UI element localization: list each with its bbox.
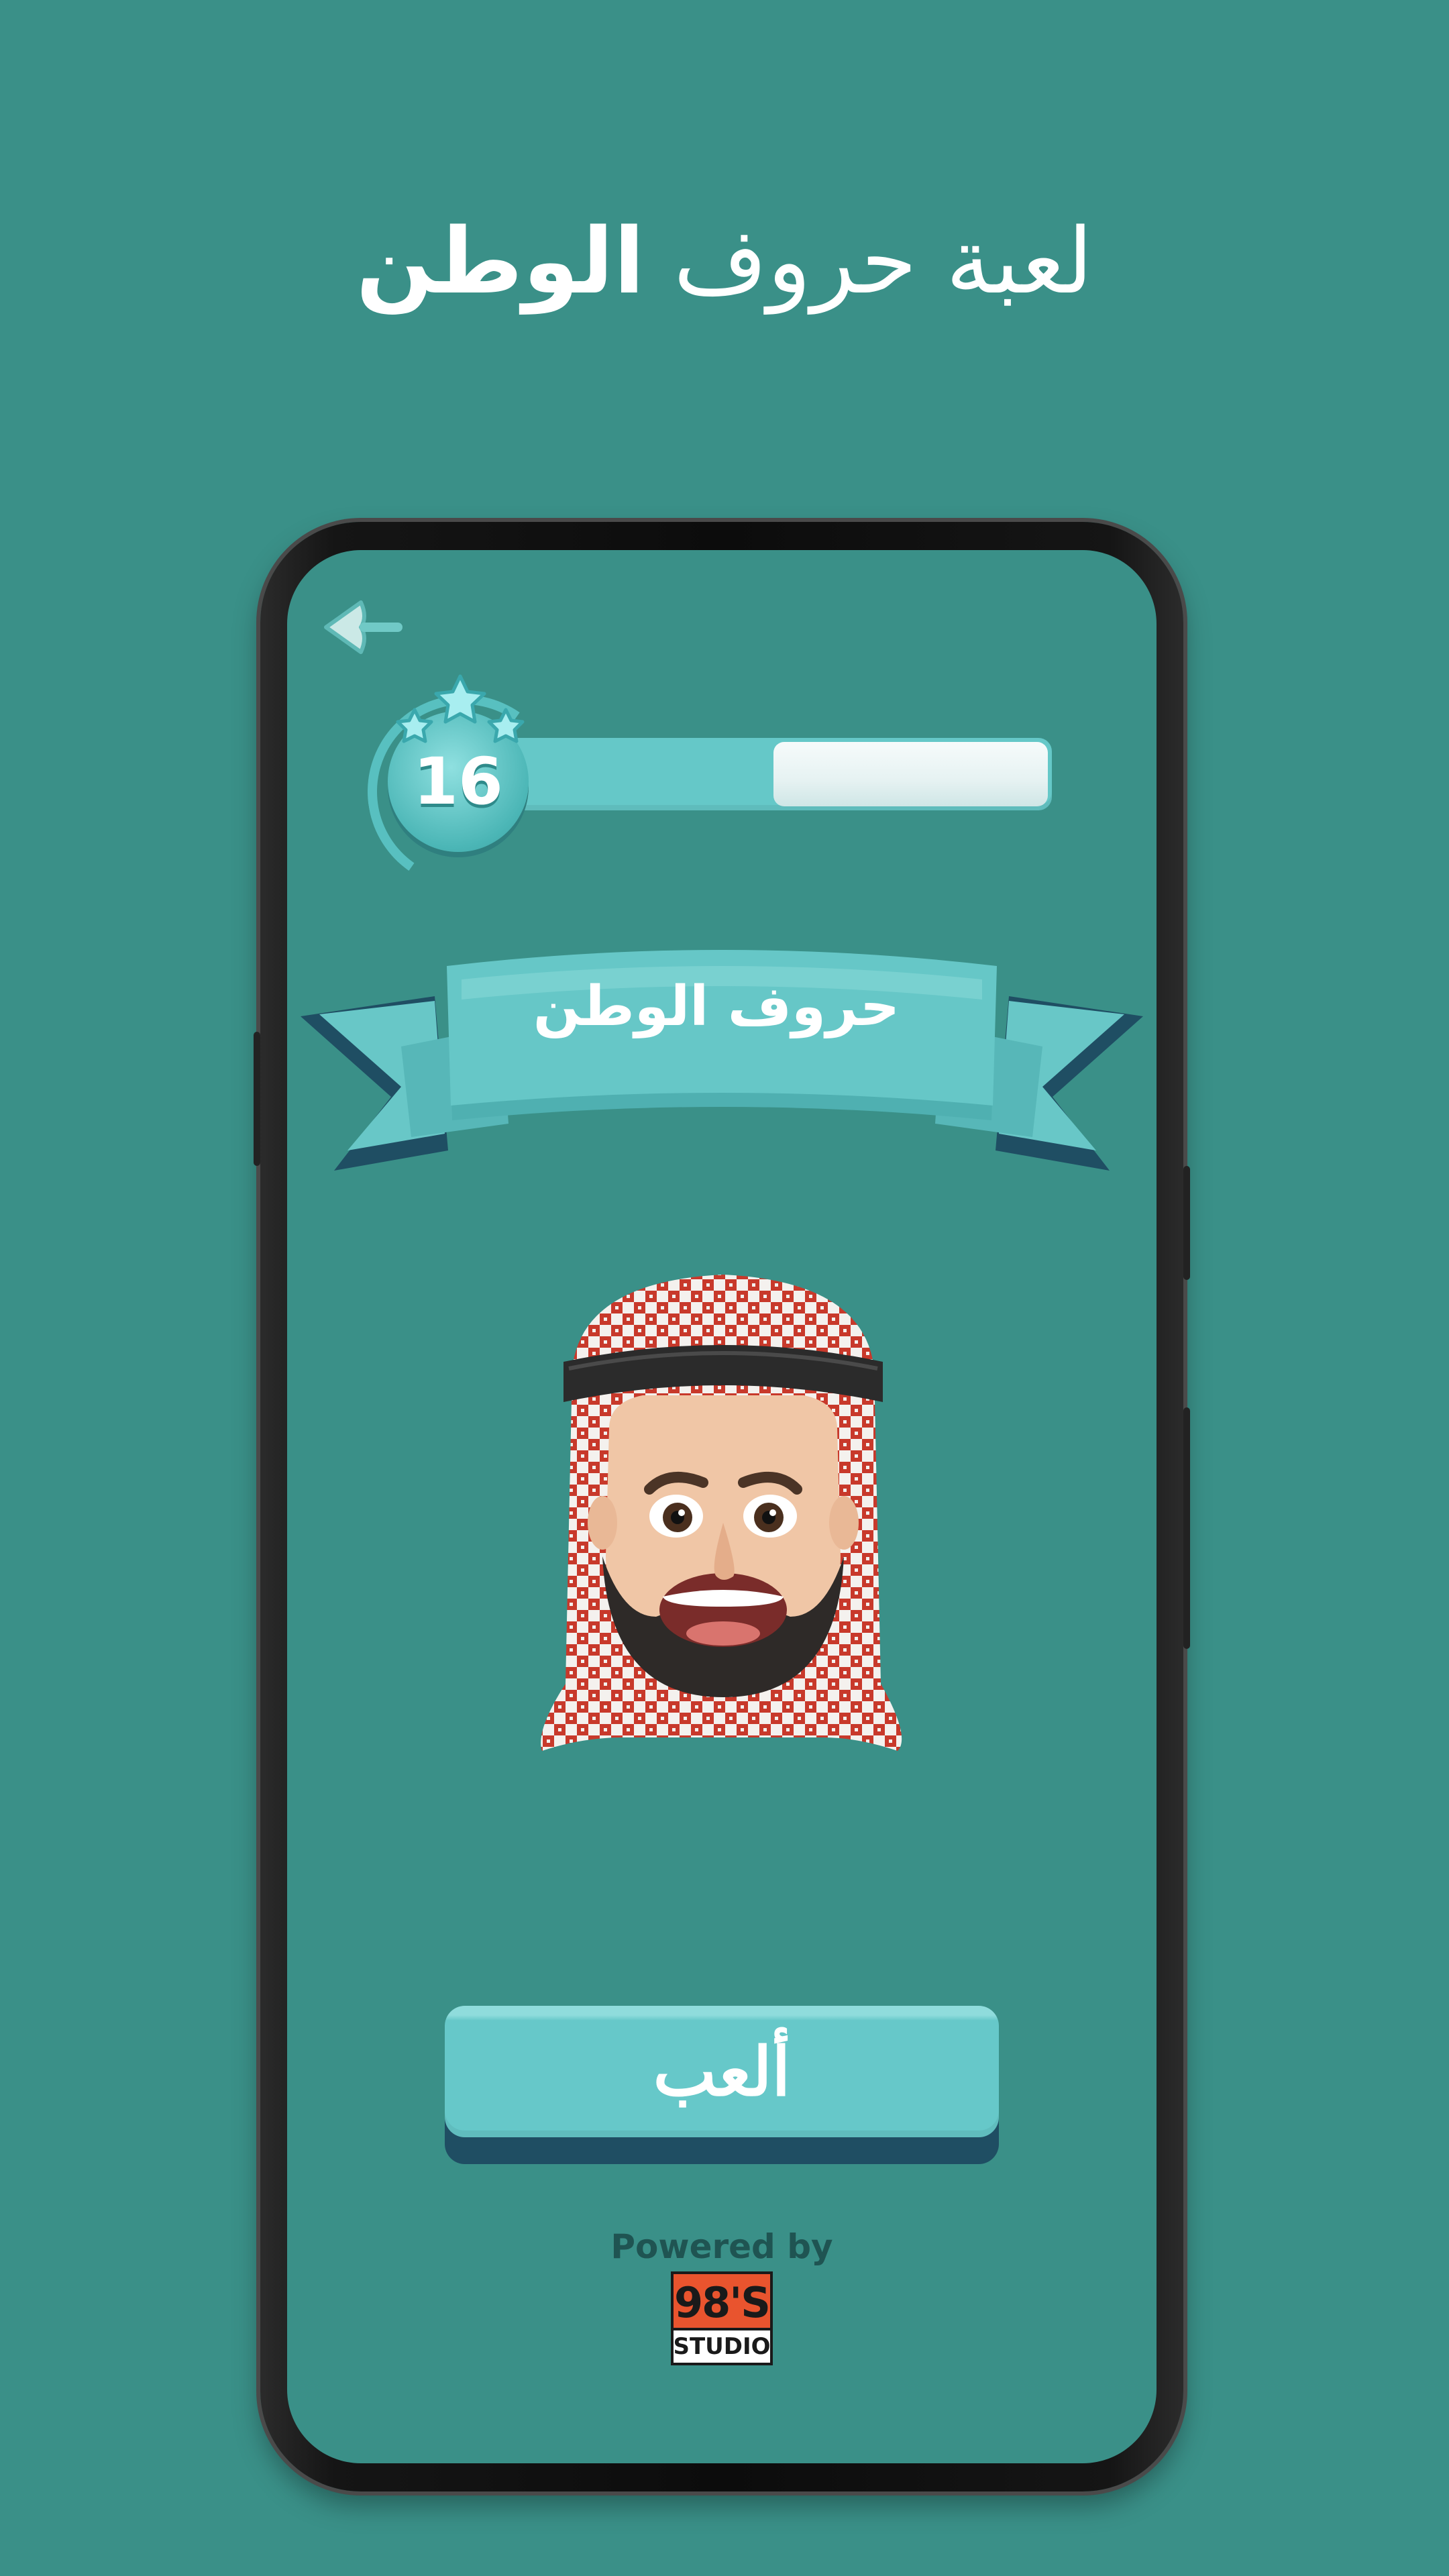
back-button[interactable] bbox=[321, 597, 408, 657]
phone-side-button bbox=[1183, 1407, 1190, 1649]
phone-side-button bbox=[1183, 1166, 1190, 1280]
game-title: حروف الوطن bbox=[533, 974, 900, 1038]
studio-logo-top: 98'S bbox=[674, 2277, 771, 2327]
headline-light: لعبة حروف bbox=[673, 209, 1093, 314]
saudi-memoji-avatar bbox=[541, 1275, 902, 1751]
stars-icon bbox=[396, 674, 525, 743]
play-button-label: ألعب bbox=[445, 2006, 999, 2137]
studio-logo: 98'S STUDIO bbox=[671, 2271, 773, 2365]
powered-by-text: Powered by bbox=[610, 2227, 833, 2266]
level-progress: 16 bbox=[352, 671, 1099, 904]
phone-frame: 16 حروف الوطن ألعب Powered by 98'S STUDI… bbox=[254, 522, 1190, 2491]
phone-screen: 16 حروف الوطن ألعب Powered by 98'S STUDI… bbox=[287, 550, 1157, 2463]
headline-bold: الوطن bbox=[356, 209, 645, 314]
play-button[interactable]: ألعب bbox=[445, 2006, 999, 2164]
phone-side-button bbox=[254, 1032, 260, 1166]
studio-logo-bottom: STUDIO bbox=[673, 2328, 771, 2363]
promo-headline: لعبة حروف الوطن bbox=[0, 201, 1449, 322]
progress-bar bbox=[495, 738, 1052, 810]
progress-remaining bbox=[773, 742, 1048, 806]
back-arrow-icon bbox=[324, 600, 402, 654]
